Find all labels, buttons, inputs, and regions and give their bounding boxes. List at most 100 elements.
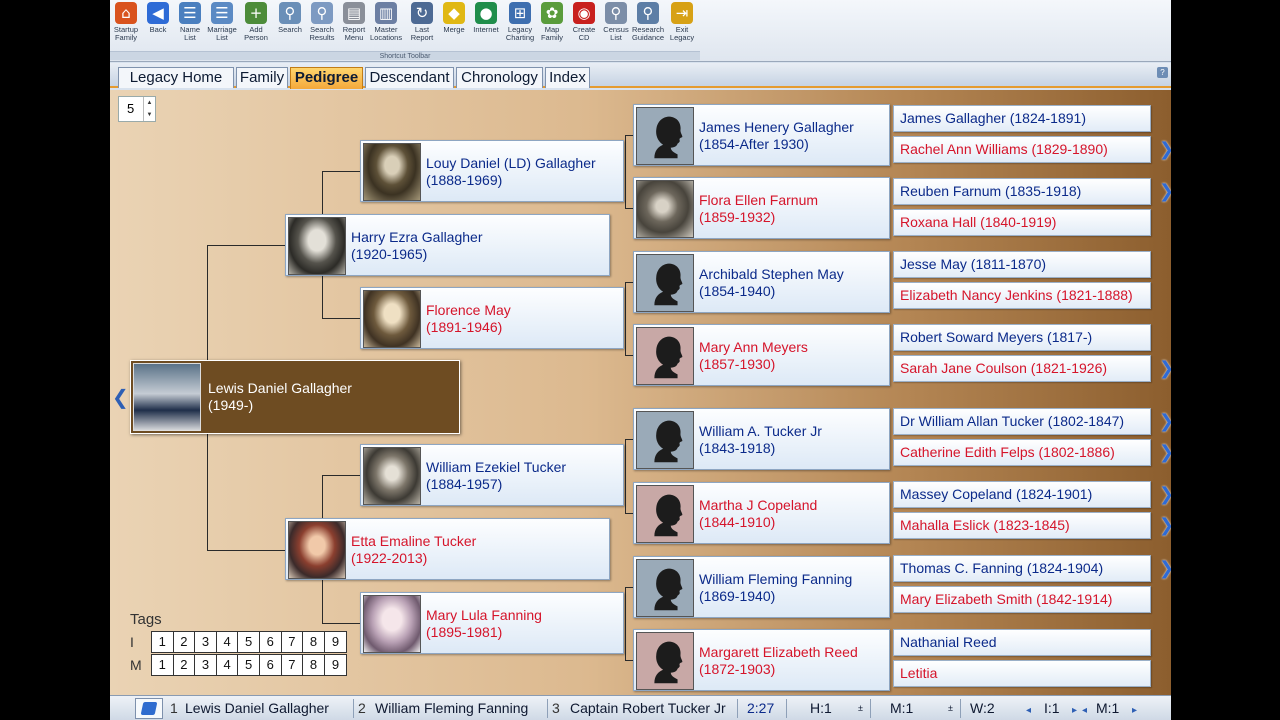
gg-grandparent-12[interactable]: Thomas C. Fanning (1824-1904) bbox=[893, 555, 1151, 582]
tag-cell[interactable]: 7 bbox=[281, 632, 304, 652]
tag-cell[interactable]: 9 bbox=[324, 655, 347, 675]
tag-cell[interactable]: 1 bbox=[152, 655, 174, 675]
parent-1-card[interactable]: Etta Emaline Tucker (1922-2013) bbox=[285, 518, 610, 580]
gg-grandparent-15[interactable]: Letitia bbox=[893, 660, 1151, 687]
toolbar-button-4[interactable]: + Add Person bbox=[240, 1, 272, 51]
tag-cell[interactable]: 7 bbox=[281, 655, 304, 675]
gg-grandparent-8[interactable]: Dr William Allan Tucker (1802-1847) bbox=[893, 408, 1151, 435]
tag-cell[interactable]: 3 bbox=[195, 632, 217, 652]
bookmark-icon[interactable] bbox=[135, 698, 163, 719]
great-grandparent-4-card[interactable]: William A. Tucker Jr (1843-1918) bbox=[633, 408, 890, 470]
tag-cell[interactable]: 2 bbox=[173, 655, 196, 675]
tab-legacy-home[interactable]: Legacy Home bbox=[118, 67, 234, 88]
tab-pedigree[interactable]: Pedigree bbox=[290, 67, 363, 89]
tag-cell[interactable]: 6 bbox=[259, 655, 282, 675]
gg-grandparent-4[interactable]: Jesse May (1811-1870) bbox=[893, 251, 1151, 278]
gg-grandparent-2[interactable]: Reuben Farnum (1835-1918) bbox=[893, 178, 1151, 205]
tag-cell[interactable]: 4 bbox=[216, 632, 239, 652]
grandparent-0-card[interactable]: Louy Daniel (LD) Gallagher (1888-1969) bbox=[360, 140, 624, 202]
great-grandparent-6-card[interactable]: William Fleming Fanning (1869-1940) bbox=[633, 556, 890, 618]
gg-grandparent-3[interactable]: Roxana Hall (1840-1919) bbox=[893, 209, 1151, 236]
toolbar-button-6[interactable]: ⚲ Search Results bbox=[306, 1, 338, 51]
silhouette-icon bbox=[636, 254, 694, 312]
great-grandparent-3-card[interactable]: Mary Ann Meyers (1857-1930) bbox=[633, 324, 890, 386]
tag-cell[interactable]: 5 bbox=[238, 632, 260, 652]
chevron-right-icon[interactable]: ❯ bbox=[1159, 440, 1171, 466]
gg-grandparent-1[interactable]: Rachel Ann Williams (1829-1890) bbox=[893, 136, 1151, 163]
tag-cell[interactable]: 4 bbox=[216, 655, 239, 675]
tab-descendant[interactable]: Descendant bbox=[365, 67, 454, 88]
chevron-right-icon[interactable]: ❯ bbox=[1159, 409, 1171, 435]
gg-grandparent-13[interactable]: Mary Elizabeth Smith (1842-1914) bbox=[893, 586, 1151, 613]
next-individual-arrow-icon[interactable]: ▸ bbox=[1072, 700, 1077, 720]
toolbar-button-2[interactable]: ☰ Name List bbox=[174, 1, 206, 51]
gg-grandparent-14[interactable]: Nathanial Reed bbox=[893, 629, 1151, 656]
chevron-right-icon[interactable]: ❯ bbox=[1159, 482, 1171, 508]
prev-marriage-arrow-icon[interactable]: ◂ bbox=[1082, 700, 1087, 720]
tag-cell[interactable]: 9 bbox=[324, 632, 347, 652]
tag-cell[interactable]: 3 bbox=[195, 655, 217, 675]
toolbar-button-13[interactable]: ✿ Map Family bbox=[536, 1, 568, 51]
toolbar-button-14[interactable]: ◉ Create CD bbox=[568, 1, 600, 51]
great-grandparent-7-card[interactable]: Margarett Elizabeth Reed (1872-1903) bbox=[633, 629, 890, 691]
toolbar-button-11[interactable]: ● Internet bbox=[470, 1, 502, 51]
charting-icon: ⊞ bbox=[509, 2, 531, 24]
tag-cell[interactable]: 6 bbox=[259, 632, 282, 652]
tab-index[interactable]: Index bbox=[545, 67, 590, 88]
toolbar-button-8[interactable]: ▥ Master Locations bbox=[370, 1, 402, 51]
bookmark-2-name[interactable]: William Fleming Fanning bbox=[375, 698, 528, 719]
bookmark-1-name[interactable]: Lewis Daniel Gallagher bbox=[185, 698, 329, 719]
tab-chronology[interactable]: Chronology bbox=[456, 67, 543, 88]
tag-cell[interactable]: 8 bbox=[303, 632, 325, 652]
status-h-spin-icon[interactable]: ± bbox=[858, 698, 863, 719]
tag-cell[interactable]: 2 bbox=[173, 632, 196, 652]
tag-cell[interactable]: 1 bbox=[152, 632, 174, 652]
toolbar-button-16[interactable]: ⚲ Research Guidance bbox=[632, 1, 664, 51]
gg-grandparent-10[interactable]: Massey Copeland (1824-1901) bbox=[893, 481, 1151, 508]
chevron-right-icon[interactable]: ❯ bbox=[1159, 556, 1171, 582]
gg-grandparent-6[interactable]: Robert Soward Meyers (1817-) bbox=[893, 324, 1151, 351]
generations-spinner[interactable]: 5 ▲ ▼ bbox=[118, 96, 156, 122]
parent-0-card[interactable]: Harry Ezra Gallagher (1920-1965) bbox=[285, 214, 610, 276]
toolbar-button-label: Report Menu bbox=[342, 25, 366, 42]
gg-grandparent-0[interactable]: James Gallagher (1824-1891) bbox=[893, 105, 1151, 132]
toolbar-button-1[interactable]: ◀ Back bbox=[142, 1, 174, 51]
toolbar-button-7[interactable]: ▤ Report Menu bbox=[338, 1, 370, 51]
root-person-card[interactable]: Lewis Daniel Gallagher (1949-) bbox=[130, 360, 460, 434]
help-icon[interactable]: ? bbox=[1157, 67, 1168, 78]
tag-cell[interactable]: 5 bbox=[238, 655, 260, 675]
person-dates: (1843-1918) bbox=[699, 440, 776, 456]
gg-grandparent-11[interactable]: Mahalla Eslick (1823-1845) bbox=[893, 512, 1151, 539]
chevron-right-icon[interactable]: ❯ bbox=[1159, 356, 1171, 382]
gg-grandparent-7[interactable]: Sarah Jane Coulson (1821-1926) bbox=[893, 355, 1151, 382]
great-grandparent-5-card[interactable]: Martha J Copeland (1844-1910) bbox=[633, 482, 890, 544]
status-m-spin-icon[interactable]: ± bbox=[948, 698, 953, 719]
chevron-right-icon[interactable]: ❯ bbox=[1159, 179, 1171, 205]
toolbar-button-10[interactable]: ◆ Merge bbox=[438, 1, 470, 51]
great-grandparent-1-card[interactable]: Flora Ellen Farnum (1859-1932) bbox=[633, 177, 890, 239]
bookmark-3-name[interactable]: Captain Robert Tucker Jr bbox=[570, 698, 726, 719]
grandparent-2-card[interactable]: William Ezekiel Tucker (1884-1957) bbox=[360, 444, 624, 506]
chevron-right-icon[interactable]: ❯ bbox=[1159, 137, 1171, 163]
toolbar-button-9[interactable]: ↻ Last Report bbox=[406, 1, 438, 51]
child-navigation-arrow-icon[interactable]: ❮ bbox=[112, 385, 129, 409]
tab-family[interactable]: Family bbox=[236, 67, 288, 88]
great-grandparent-2-card[interactable]: Archibald Stephen May (1854-1940) bbox=[633, 251, 890, 313]
grandparent-1-card[interactable]: Florence May (1891-1946) bbox=[360, 287, 624, 349]
person-info: Etta Emaline Tucker (1922-2013) bbox=[351, 533, 605, 567]
toolbar-button-3[interactable]: ☰ Marriage List bbox=[206, 1, 238, 51]
toolbar-button-17[interactable]: ⇥ Exit Legacy bbox=[666, 1, 698, 51]
grandparent-3-card[interactable]: Mary Lula Fanning (1895-1981) bbox=[360, 592, 624, 654]
next-marriage-arrow-icon[interactable]: ▸ bbox=[1132, 700, 1137, 720]
toolbar-button-0[interactable]: ⌂ Startup Family bbox=[110, 1, 142, 51]
toolbar-button-12[interactable]: ⊞ Legacy Charting bbox=[504, 1, 536, 51]
gg-grandparent-9[interactable]: Catherine Edith Felps (1802-1886) bbox=[893, 439, 1151, 466]
spinner-arrows-icon[interactable]: ▲ ▼ bbox=[143, 97, 155, 121]
toolbar-button-5[interactable]: ⚲ Search bbox=[274, 1, 306, 51]
toolbar-button-15[interactable]: ⚲ Census List bbox=[600, 1, 632, 51]
tag-cell[interactable]: 8 bbox=[303, 655, 325, 675]
gg-grandparent-5[interactable]: Elizabeth Nancy Jenkins (1821-1888) bbox=[893, 282, 1151, 309]
great-grandparent-0-card[interactable]: James Henery Gallagher (1854-After 1930) bbox=[633, 104, 890, 166]
prev-wife-arrow-icon[interactable]: ◂ bbox=[1026, 700, 1031, 720]
chevron-right-icon[interactable]: ❯ bbox=[1159, 513, 1171, 539]
